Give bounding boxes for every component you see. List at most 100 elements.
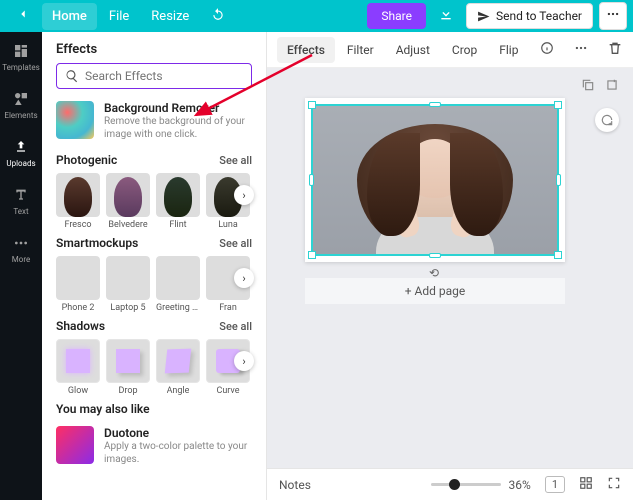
shadow-glow[interactable]: Glow — [56, 339, 100, 396]
refresh-icon — [600, 113, 614, 127]
zoom-value: 36% — [509, 478, 531, 492]
bg-remover-desc: Remove the background of your image with… — [104, 115, 256, 141]
add-page-button[interactable]: + Add page — [305, 278, 565, 304]
download-button[interactable] — [432, 2, 460, 30]
selected-image[interactable] — [311, 104, 559, 256]
rail-more[interactable]: More — [12, 232, 30, 266]
notes-button[interactable]: Notes — [279, 478, 311, 492]
top-bar: Home File Resize Share Send to Teacher — [0, 0, 633, 32]
resize-handle-mr[interactable] — [556, 174, 561, 186]
duotone-title: Duotone — [104, 426, 250, 440]
add-page-icon — [605, 78, 619, 92]
mockup-greetingcard[interactable]: Greeting car... — [156, 256, 200, 313]
templates-icon — [12, 42, 30, 60]
toolbar-adjust[interactable]: Adjust — [386, 37, 440, 63]
resize-handle-tm[interactable] — [429, 102, 441, 107]
expand-icon — [607, 476, 621, 490]
undo-button[interactable] — [201, 1, 235, 31]
zoom-thumb[interactable] — [449, 479, 460, 490]
text-icon — [12, 186, 30, 204]
bg-remover-icon — [56, 101, 94, 139]
footer: Notes 36% 1 — [267, 468, 633, 500]
zoom-track[interactable] — [431, 483, 501, 486]
background-remover-item[interactable]: Background Remover Remove the background… — [56, 99, 266, 153]
effect-duotone[interactable]: Duotone Apply a two-color palette to you… — [56, 422, 260, 466]
grid-view-button[interactable] — [579, 476, 593, 493]
smartmockups-next[interactable]: › — [234, 268, 254, 288]
mockup-laptop5[interactable]: Laptop 5 — [106, 256, 150, 313]
more-icon — [12, 234, 30, 252]
section-photogenic-title: Photogenic — [56, 153, 117, 167]
top-more-button[interactable] — [599, 2, 627, 30]
resize-handle-bm[interactable] — [429, 253, 441, 258]
chevron-left-icon — [16, 7, 30, 21]
toolbar-effects[interactable]: Effects — [277, 37, 335, 63]
page-indicator[interactable]: 1 — [545, 476, 565, 493]
share-button[interactable]: Share — [367, 3, 426, 29]
trash-icon — [607, 40, 623, 56]
uploads-icon — [12, 138, 30, 156]
elements-icon — [12, 90, 30, 108]
delete-button[interactable] — [607, 40, 623, 59]
seeall-shadows[interactable]: See all — [219, 320, 252, 333]
resize-handle-tl[interactable] — [308, 101, 316, 109]
effect-flint[interactable]: Flint — [156, 173, 200, 230]
page-tools — [581, 78, 619, 96]
grid-icon — [579, 476, 593, 490]
rail-text[interactable]: Text — [12, 184, 30, 218]
copy-icon — [581, 78, 595, 92]
section-shadows-title: Shadows — [56, 319, 105, 333]
seeall-smartmockups[interactable]: See all — [219, 237, 252, 250]
duotone-desc: Apply a two-color palette to your images… — [104, 440, 250, 466]
duotone-icon — [56, 426, 94, 464]
duplicate-page-button[interactable] — [581, 78, 595, 96]
side-rail: Templates Elements Uploads Text More — [0, 32, 42, 500]
toolbar-flip[interactable]: Flip — [489, 37, 528, 63]
panel-title: Effects — [42, 32, 266, 63]
search-effects-box[interactable] — [56, 63, 252, 89]
section-you-may-like-title: You may also like — [56, 402, 150, 416]
undo-icon — [211, 7, 225, 21]
back-button[interactable] — [6, 1, 40, 31]
home-button[interactable]: Home — [42, 3, 97, 30]
mockup-phone2[interactable]: Phone 2 — [56, 256, 100, 313]
toolbar-info[interactable] — [530, 35, 564, 64]
canvas-viewport[interactable]: ⟲ + Add page — [267, 68, 633, 468]
rail-templates[interactable]: Templates — [2, 40, 39, 74]
zoom-slider[interactable]: 36% — [431, 478, 531, 492]
resize-menu[interactable]: Resize — [141, 3, 199, 30]
seeall-photogenic[interactable]: See all — [219, 154, 252, 167]
send-icon — [477, 10, 490, 23]
file-menu[interactable]: File — [99, 3, 139, 30]
bg-remover-title: Background Remover — [104, 101, 256, 115]
resize-handle-br[interactable] — [554, 251, 562, 259]
toolbar-filter[interactable]: Filter — [337, 37, 384, 63]
more-icon — [574, 41, 588, 55]
effects-panel: Effects Background Remover Remove the ba… — [42, 32, 267, 500]
new-page-button[interactable] — [605, 78, 619, 96]
rail-uploads[interactable]: Uploads — [6, 136, 35, 170]
info-icon — [540, 41, 554, 55]
fullscreen-button[interactable] — [607, 476, 621, 493]
rail-elements[interactable]: Elements — [4, 88, 37, 122]
effect-fresco[interactable]: Fresco — [56, 173, 100, 230]
animate-button[interactable] — [595, 108, 619, 132]
shadows-next[interactable]: › — [234, 351, 254, 371]
search-effects-input[interactable] — [85, 69, 243, 83]
resize-handle-bl[interactable] — [308, 251, 316, 259]
photogenic-next[interactable]: › — [234, 185, 254, 205]
toolbar-crop[interactable]: Crop — [442, 37, 487, 63]
photo-content — [313, 106, 557, 254]
canvas-toolbar: Effects Filter Adjust Crop Flip — [267, 32, 633, 68]
resize-handle-ml[interactable] — [309, 174, 314, 186]
more-icon — [606, 7, 620, 21]
canvas-page[interactable] — [305, 98, 565, 262]
shadow-drop[interactable]: Drop — [106, 339, 150, 396]
effect-belvedere[interactable]: Belvedere — [106, 173, 150, 230]
toolbar-more[interactable] — [566, 37, 596, 62]
send-to-teacher-button[interactable]: Send to Teacher — [466, 3, 593, 29]
search-icon — [65, 69, 79, 83]
download-icon — [438, 6, 454, 22]
resize-handle-tr[interactable] — [554, 101, 562, 109]
shadow-angle[interactable]: Angle — [156, 339, 200, 396]
